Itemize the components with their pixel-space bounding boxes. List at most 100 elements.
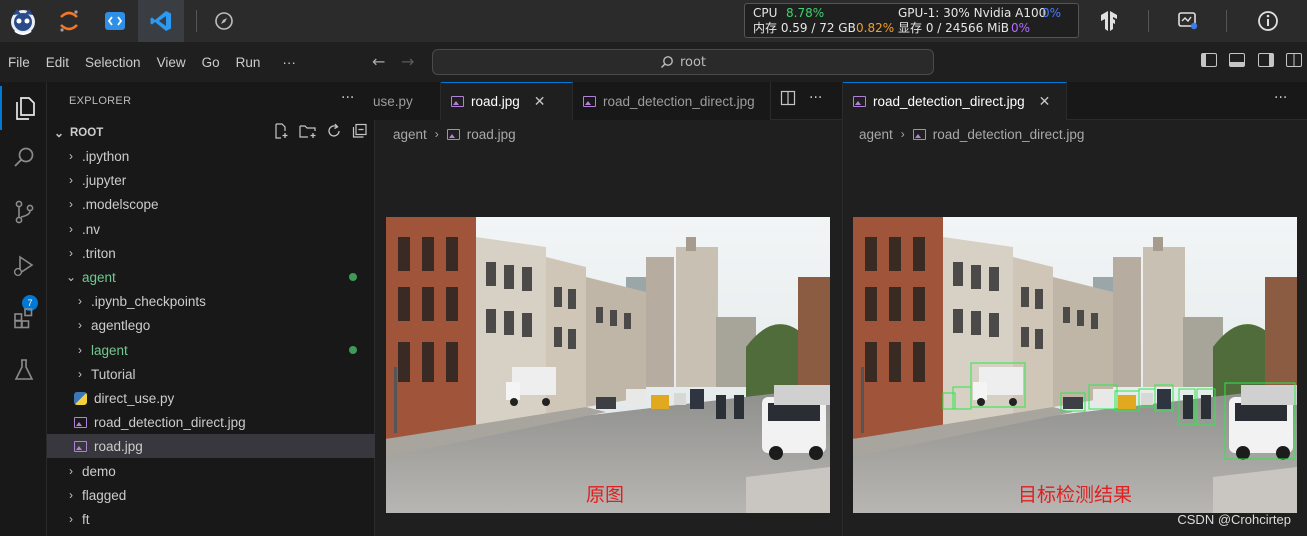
command-center-search[interactable]: root [432, 49, 934, 75]
toggle-primary-sidebar-icon[interactable] [1201, 53, 1217, 67]
file-road-detection-direct-jpg[interactable]: road_detection_direct.jpg [47, 410, 375, 434]
file-label: road_detection_direct.jpg [94, 414, 246, 430]
code-app-icon[interactable] [92, 0, 138, 42]
search-icon[interactable] [0, 136, 47, 180]
folder-label: .modelscope [82, 196, 159, 212]
run-debug-icon[interactable] [0, 244, 47, 288]
chevron-right-icon: › [78, 294, 82, 308]
close-tab-icon[interactable]: ✕ [534, 93, 546, 110]
cpu-value: 8.78% [786, 6, 825, 20]
monitor-icon[interactable] [1165, 0, 1211, 42]
breadcrumb: agent › road.jpg [393, 124, 516, 144]
vscode-app-icon[interactable] [138, 0, 184, 42]
vram-value: 0% [1011, 21, 1031, 35]
folder-label: .triton [82, 245, 116, 261]
close-tab-icon[interactable]: ✕ [1039, 93, 1051, 110]
tab-road-detection-direct-jpg[interactable]: road_detection_direct.jpg ✕ [843, 82, 1067, 120]
command-center-label: root [679, 54, 707, 70]
breadcrumb-folder[interactable]: agent [393, 127, 427, 142]
folder-flagged[interactable]: › flagged [47, 483, 375, 507]
collapse-all-icon[interactable] [352, 123, 368, 143]
folder-ipynb-checkpoints[interactable]: › .ipynb_checkpoints [47, 289, 375, 313]
breadcrumb: agent › road_detection_direct.jpg [859, 124, 1084, 144]
forward-arrow-icon[interactable]: → [401, 52, 414, 71]
python-file-icon [74, 391, 87, 405]
detection-result-photo [853, 217, 1297, 513]
image-file-icon [446, 128, 460, 140]
folder-lagent[interactable]: › lagent [47, 338, 375, 362]
folder-label: flagged [82, 487, 127, 503]
customize-layout-icon[interactable] [1286, 53, 1302, 67]
toggle-panel-icon[interactable] [1229, 53, 1245, 67]
breadcrumb-folder[interactable]: agent [859, 127, 893, 142]
editor-more-button[interactable]: ··· [1274, 90, 1287, 106]
road-photo [386, 217, 830, 513]
tab-road-jpg[interactable]: road.jpg ✕ [441, 82, 573, 120]
file-direct-use-py[interactable]: direct_use.py [47, 386, 375, 410]
folder-agent[interactable]: ⌄ agent [47, 265, 375, 289]
folder-demo[interactable]: › demo [47, 459, 375, 483]
source-control-icon[interactable] [0, 190, 47, 234]
chevron-right-icon: › [69, 488, 73, 502]
folder-label: agentlego [91, 317, 151, 333]
chevron-right-icon: › [69, 464, 73, 478]
tensorflow-icon[interactable] [1086, 0, 1132, 42]
new-folder-icon[interactable] [299, 123, 317, 143]
menu-selection[interactable]: Selection [77, 55, 149, 70]
testing-flask-icon[interactable] [0, 348, 47, 392]
system-monitor[interactable]: CPU 8.78% GPU-1: 30% Nvidia A100 0% 内存 0… [744, 3, 1079, 38]
memory-value: 0.82% [856, 21, 895, 35]
compass-icon[interactable] [201, 0, 247, 42]
file-road-jpg[interactable]: road.jpg [47, 434, 375, 458]
menu-go[interactable]: Go [194, 55, 228, 70]
extensions-icon[interactable] [0, 296, 47, 340]
menu-file[interactable]: File [0, 55, 38, 70]
explorer-icon[interactable] [0, 86, 47, 130]
folder-label: Tutorial [91, 366, 136, 382]
folder-ft[interactable]: › ft [47, 507, 375, 531]
tab-label: road_detection_direct.jpg [873, 94, 1025, 109]
menu-edit[interactable]: Edit [38, 55, 77, 70]
back-arrow-icon[interactable]: ← [372, 52, 385, 71]
menu-run[interactable]: Run [228, 55, 269, 70]
editor-more-button[interactable]: ··· [809, 90, 822, 106]
menu-view[interactable]: View [149, 55, 194, 70]
root-folder-label: ROOT [70, 127, 104, 139]
folder-label: .jupyter [82, 172, 127, 188]
breadcrumb-file[interactable]: road_detection_direct.jpg [933, 127, 1085, 142]
image-file-icon [912, 128, 926, 140]
chevron-right-icon: › [69, 149, 73, 163]
folder-ipython[interactable]: › .ipython [47, 144, 375, 168]
refresh-icon[interactable] [326, 123, 342, 143]
folder-label: lagent [91, 342, 128, 358]
menu-more-button[interactable]: ··· [274, 55, 304, 70]
folder-triton[interactable]: › .triton [47, 241, 375, 265]
folder-jupyter[interactable]: › .jupyter [47, 168, 375, 192]
tab-road-detection-direct-jpg[interactable]: road_detection_direct.jpg [573, 82, 771, 120]
chevron-right-icon: › [900, 127, 905, 141]
new-file-icon[interactable] [273, 123, 289, 143]
tab-use-py[interactable]: use.py [361, 82, 441, 120]
vram-label: 显存 0 / 24566 MiB [898, 21, 1010, 35]
folder-label: .ipynb_checkpoints [91, 293, 206, 309]
folder-tutorial[interactable]: › Tutorial [47, 362, 375, 386]
toggle-secondary-sidebar-icon[interactable] [1258, 53, 1274, 67]
gpu-value: 0% [1042, 6, 1062, 20]
tab-strip: use.py road.jpg ✕ road_detection_direct.… [361, 82, 842, 120]
watermark: CSDN @Crohcirtep [1177, 512, 1291, 527]
split-editor-icon[interactable] [780, 90, 796, 110]
breadcrumb-file[interactable]: road.jpg [467, 127, 516, 142]
chevron-right-icon: › [69, 512, 73, 526]
toolbar-divider [1226, 10, 1227, 32]
mascot-app-icon[interactable] [0, 0, 46, 42]
jupyter-app-icon[interactable] [46, 0, 92, 42]
explorer-more-button[interactable]: ··· [341, 90, 354, 106]
folder-agentlego[interactable]: › agentlego [47, 313, 375, 337]
folder-modelscope[interactable]: › .modelscope [47, 192, 375, 216]
activity-bar: 7 [0, 82, 47, 536]
memory-label: 内存 0.59 / 72 GB [753, 21, 856, 35]
git-modified-dot [349, 273, 357, 281]
tab-label: road.jpg [471, 94, 520, 109]
folder-nv[interactable]: › .nv [47, 217, 375, 241]
info-icon[interactable] [1245, 0, 1291, 42]
